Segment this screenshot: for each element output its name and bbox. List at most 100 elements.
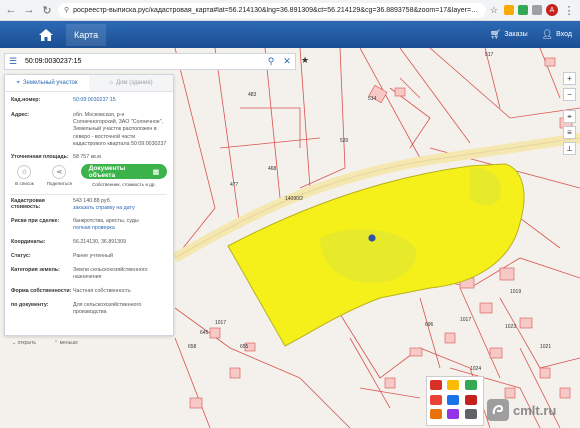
extension-icon[interactable]: [518, 5, 528, 15]
extension-icon[interactable]: [504, 5, 514, 15]
land-category-value: Земли сельскохозяйственного назначения: [73, 266, 148, 280]
star-outline-icon: ☆: [17, 165, 32, 180]
cart-icon: 🛒︎: [489, 29, 502, 39]
app-header: Карта 🛒︎ Заказы 👤︎ Вход: [0, 21, 580, 48]
permitted-use-value: Для сельскохозяйственного производства: [73, 302, 142, 316]
field-label: Кадастровая стоимость:: [11, 197, 45, 210]
parcel-label: 1024: [470, 366, 481, 372]
site-info-icon[interactable]: ⚲: [64, 6, 69, 14]
app-icon[interactable]: [447, 394, 460, 405]
field-address: Адрес: обл. Московская, р-н Солнечногорс…: [5, 112, 173, 148]
field-label: Уточненная площадь:: [11, 153, 69, 160]
login-button[interactable]: 👤︎ Вход: [542, 29, 572, 40]
favorite-star-icon[interactable]: ★: [301, 55, 309, 66]
search-bar: ☰ ⚲ ✕: [4, 53, 296, 70]
field-label: Категория земель:: [11, 266, 60, 273]
url-text: росреестр-выписка.рус/кадастровая_карта#…: [73, 6, 480, 14]
documents-button-label: Документы объекта: [88, 164, 126, 179]
documents-subtitle: Собственник, стоимость и др.: [92, 182, 156, 188]
browser-menu-icon[interactable]: ⋮: [562, 3, 576, 17]
add-to-list-button[interactable]: ☆ В список: [11, 165, 38, 186]
my-location-button[interactable]: ⌖: [563, 110, 576, 123]
app-icon[interactable]: [464, 394, 477, 405]
watermark: cmlt.ru: [487, 398, 577, 422]
share-icon: ⋖: [52, 165, 67, 180]
parcel-label: 645: [200, 330, 209, 336]
tab-land-plot[interactable]: ⌖ Земельный участок: [5, 75, 89, 91]
parcel-label: 696: [425, 322, 434, 328]
share-button[interactable]: ⋖ Поделиться: [46, 165, 73, 186]
expand-more-label: открыть: [17, 340, 37, 346]
address-bar[interactable]: ⚲ росреестр-выписка.рус/кадастровая_карт…: [58, 2, 486, 18]
app-icon[interactable]: [430, 380, 442, 390]
order-certificate-link[interactable]: заказать справку на дату: [73, 205, 167, 212]
field-cadastral-value: Кадастровая стоимость: 543 140.88 руб. з…: [5, 198, 173, 212]
tab-house[interactable]: ⌂ Дом (здание): [89, 75, 173, 91]
app-icon[interactable]: [447, 380, 460, 390]
user-icon: 👤︎: [541, 29, 554, 39]
panel-actions: ☆ В список ⋖ Поделиться Документы объект…: [5, 161, 173, 191]
field-area: Уточненная площадь: 58 757 кв.м: [5, 154, 173, 161]
field-label: Форма собственности:: [11, 288, 72, 295]
zoom-in-button[interactable]: +: [563, 72, 576, 85]
layers-button[interactable]: ≡: [563, 126, 576, 139]
orders-label: Заказы: [504, 31, 528, 38]
orders-button[interactable]: 🛒︎ Заказы: [490, 29, 528, 40]
panel-tabs: ⌖ Земельный участок ⌂ Дом (здание): [5, 75, 173, 92]
parcel-label: 514: [368, 96, 377, 102]
coordinates-value: 56.214130, 36.891309: [73, 238, 127, 245]
browser-toolbar: ← → ↻ ⚲ росреестр-выписка.рус/кадастрова…: [0, 0, 580, 21]
full-check-link[interactable]: полная проверка: [73, 225, 167, 232]
app-icon[interactable]: [447, 409, 460, 420]
risks-value: банкротства, аресты, суды: [73, 218, 139, 225]
profile-avatar[interactable]: A: [546, 4, 558, 16]
app-icon[interactable]: [464, 409, 477, 420]
measure-button[interactable]: ⟂: [563, 142, 576, 155]
bookmark-star-icon[interactable]: ☆: [490, 5, 500, 15]
ownership-value: Частная собственность: [73, 288, 131, 295]
documents-button[interactable]: Документы объекта ▤: [80, 164, 167, 180]
document-icon: ▤: [152, 168, 159, 176]
cadastral-number-link[interactable]: 50:09:0030237:15: [73, 97, 167, 104]
divider: [11, 193, 167, 195]
reload-icon[interactable]: ↻: [40, 3, 54, 17]
object-info-panel: ⌖ Земельный участок ⌂ Дом (здание) Кад.н…: [4, 74, 174, 336]
field-label: по документу:: [11, 302, 49, 309]
field-coordinates: Координаты: 56.214130, 36.891309: [5, 239, 173, 246]
road-parcel-label: 14090/2: [285, 196, 303, 202]
parcel-center-marker[interactable]: [368, 234, 376, 242]
parcel-label: 1019: [510, 289, 521, 295]
expand-more-button[interactable]: ⌄ открыть: [12, 340, 36, 346]
status-value: Ранее учтенный: [73, 252, 113, 259]
tab-land-plot-label: Земельный участок: [22, 80, 78, 86]
area-value: 58 757 кв.м: [73, 153, 101, 160]
close-icon[interactable]: ✕: [279, 56, 295, 67]
app-icon[interactable]: [464, 380, 477, 390]
field-cadastral-number: Кад.номер: 50:09:0030237:15: [5, 97, 173, 104]
forward-icon[interactable]: →: [22, 3, 36, 17]
tab-house-label: Дом (здание): [115, 80, 153, 86]
zoom-out-button[interactable]: −: [563, 88, 576, 101]
field-label: Адрес:: [11, 112, 30, 119]
field-risks: Риски при сделке: банкротства, аресты, с…: [5, 218, 173, 232]
parcel-label: 658: [188, 344, 197, 350]
parcel-label: 1023: [505, 324, 516, 330]
field-land-category: Категория земель: Земли сельскохозяйстве…: [5, 267, 173, 281]
app-icon[interactable]: [430, 409, 442, 420]
watermark-logo-icon: [487, 399, 509, 421]
menu-icon[interactable]: ☰: [5, 56, 21, 67]
login-label: Вход: [556, 31, 572, 38]
parcel-label: 520: [340, 138, 349, 144]
search-icon[interactable]: ⚲: [263, 56, 279, 67]
cadastral-search-input[interactable]: [21, 54, 263, 69]
extensions-puzzle-icon[interactable]: [532, 5, 542, 15]
map-tab[interactable]: Карта: [66, 23, 107, 46]
expand-less-button[interactable]: ⌃ меньше: [54, 340, 78, 346]
app-icon[interactable]: [430, 394, 442, 405]
back-icon[interactable]: ←: [4, 3, 18, 17]
field-label: Кад.номер:: [11, 97, 41, 103]
field-label: Статус:: [11, 252, 31, 259]
field-label: Риски при сделке:: [11, 218, 60, 225]
home-icon[interactable]: [36, 25, 56, 45]
parcel-label: 1021: [540, 344, 551, 350]
